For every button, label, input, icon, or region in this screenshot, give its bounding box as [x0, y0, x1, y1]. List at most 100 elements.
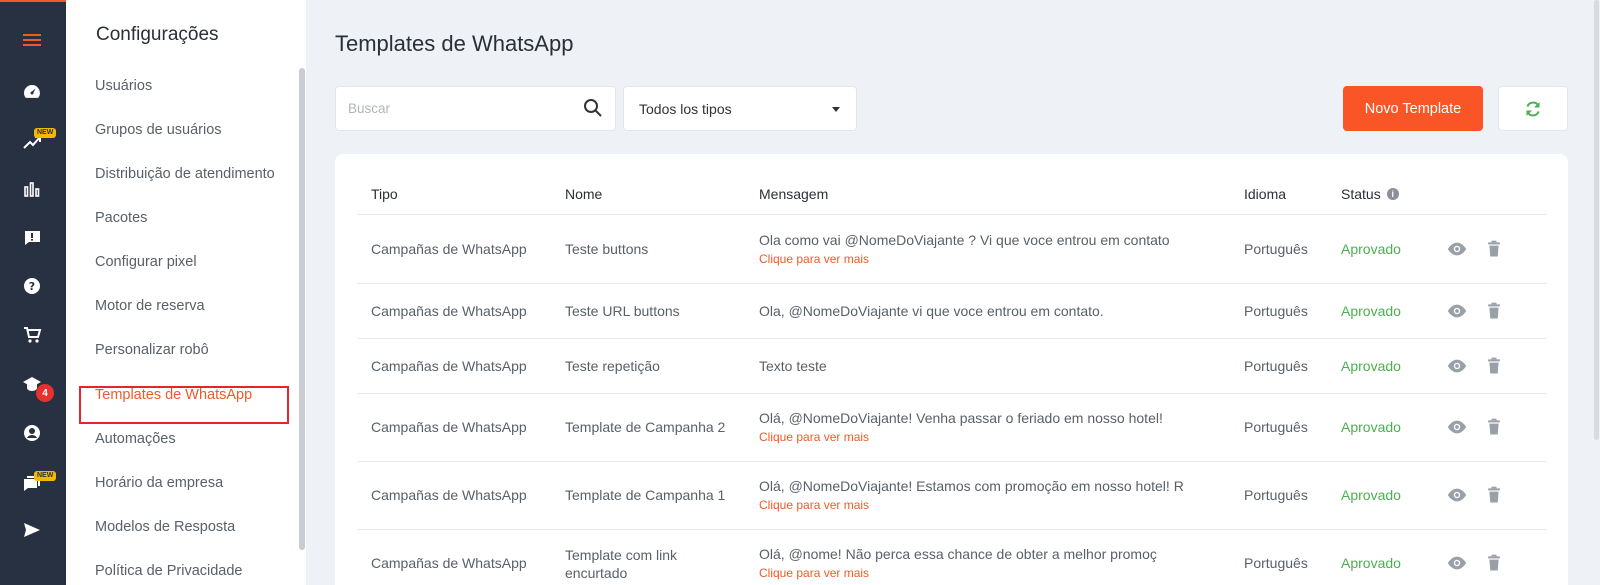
status-badge: Aprovado: [1341, 241, 1401, 257]
cell-idioma: Português: [1244, 241, 1308, 257]
column-header-tipo[interactable]: Tipo: [371, 186, 398, 202]
cell-mensagem: Olá, @nome! Não perca essa chance de obt…: [759, 546, 1157, 580]
cell-mensagem: Texto teste: [759, 358, 827, 374]
view-eye-icon[interactable]: [1445, 483, 1469, 507]
chevron-down-icon: [832, 107, 840, 112]
cell-nome: Template de Campanha 1: [565, 487, 726, 503]
message-text: Olá, @NomeDoViajante! Estamos com promoç…: [759, 478, 1184, 494]
new-badge-messages: NEW: [34, 471, 57, 481]
header-label: Status: [1341, 186, 1381, 202]
refresh-icon: [1526, 101, 1540, 116]
status-badge: Aprovado: [1341, 487, 1401, 503]
settings-item-personalizar-robo[interactable]: Personalizar robô: [95, 342, 209, 358]
header-label: Nome: [565, 186, 603, 202]
cell-mensagem: Olá, @NomeDoViajante! Venha passar o fer…: [759, 410, 1163, 444]
search-input[interactable]: [336, 87, 556, 130]
dashboard-gauge-icon[interactable]: [20, 80, 44, 104]
view-eye-icon[interactable]: [1445, 354, 1469, 378]
table-row: Campañas de WhatsApp Template de Campanh…: [335, 394, 1568, 462]
message-text: Olá, @nome! Não perca essa chance de obt…: [759, 546, 1157, 562]
table-row: Campañas de WhatsApp Teste buttons Ola c…: [335, 215, 1568, 283]
settings-scrollbar[interactable]: [299, 68, 305, 550]
column-header-idioma[interactable]: Idioma: [1244, 186, 1286, 202]
delete-trash-icon[interactable]: [1482, 354, 1506, 378]
view-eye-icon[interactable]: [1445, 237, 1469, 261]
rail-accent-line: [0, 0, 66, 2]
cell-idioma: Português: [1244, 419, 1308, 435]
header-label: Mensagem: [759, 186, 829, 202]
settings-item-politica[interactable]: Política de Privacidade: [95, 563, 243, 579]
templates-table: Tipo Nome Mensagem Idioma Status i Campañ…: [335, 154, 1568, 585]
cell-tipo: Campañas de WhatsApp: [371, 555, 527, 571]
header-label: Idioma: [1244, 186, 1287, 202]
settings-item-horario[interactable]: Horário da empresa: [95, 475, 223, 491]
settings-item-configurar-pixel[interactable]: Configurar pixel: [95, 254, 197, 270]
cell-idioma: Português: [1244, 303, 1308, 319]
name-line: encurtado: [565, 565, 628, 581]
status-badge: Aprovado: [1341, 555, 1401, 571]
info-icon[interactable]: i: [1386, 188, 1399, 200]
type-filter-value: Todos los tipos: [639, 101, 732, 117]
view-eye-icon[interactable]: [1445, 299, 1469, 323]
see-more-link[interactable]: Clique para ver mais: [759, 498, 1184, 512]
view-eye-icon[interactable]: [1445, 415, 1469, 439]
search-box: [335, 86, 616, 131]
cell-nome: Template com link encurtado: [565, 546, 677, 582]
cell-nome: Teste buttons: [565, 241, 649, 257]
see-more-link[interactable]: Clique para ver mais: [759, 252, 1170, 266]
settings-item-grupos-de-usuarios[interactable]: Grupos de usuários: [95, 122, 222, 138]
delete-trash-icon[interactable]: [1482, 299, 1506, 323]
shopping-cart-icon[interactable]: [20, 323, 44, 347]
svg-text:?: ?: [29, 280, 35, 293]
delete-trash-icon[interactable]: [1482, 551, 1506, 575]
cell-idioma: Português: [1244, 555, 1308, 571]
help-icon[interactable]: ?: [20, 274, 44, 298]
status-badge: Aprovado: [1341, 358, 1401, 374]
cell-nome: Teste URL buttons: [565, 303, 680, 319]
column-header-mensagem[interactable]: Mensagem: [759, 186, 828, 202]
user-account-icon[interactable]: [20, 421, 44, 445]
table-row: Campañas de WhatsApp Template de Campanh…: [335, 462, 1568, 530]
cell-tipo: Campañas de WhatsApp: [371, 419, 527, 435]
table-row: Campañas de WhatsApp Teste URL buttons O…: [335, 284, 1568, 339]
settings-item-distribuicao[interactable]: Distribuição de atendimento: [95, 166, 275, 182]
search-icon[interactable]: [583, 98, 603, 118]
cell-idioma: Português: [1244, 487, 1308, 503]
see-more-link[interactable]: Clique para ver mais: [759, 566, 1157, 580]
settings-item-modelos-de-resposta[interactable]: Modelos de Resposta: [95, 519, 235, 535]
new-template-button[interactable]: Novo Template: [1343, 86, 1483, 131]
cell-nome: Template de Campanha 2: [565, 419, 726, 435]
name-line: Template com link: [565, 547, 678, 563]
bar-chart-icon[interactable]: [20, 177, 44, 201]
column-header-status[interactable]: Status i: [1341, 186, 1399, 202]
main-content: Templates de WhatsApp Todos los tipos No…: [306, 0, 1600, 585]
send-icon[interactable]: [20, 518, 44, 542]
settings-item-usuarios[interactable]: Usuários: [95, 78, 152, 94]
page-title: Templates de WhatsApp: [335, 31, 574, 56]
chat-alert-icon[interactable]: [20, 226, 44, 250]
settings-item-templates-whatsapp[interactable]: Templates de WhatsApp: [95, 387, 252, 403]
cell-mensagem: Olá, @NomeDoViajante! Estamos com promoç…: [759, 478, 1184, 512]
delete-trash-icon[interactable]: [1482, 237, 1506, 261]
settings-sidebar: Configurações Usuários Grupos de usuário…: [66, 0, 306, 585]
page-scrollbar[interactable]: [1594, 0, 1599, 440]
type-filter-select[interactable]: Todos los tipos: [623, 86, 857, 131]
refresh-button[interactable]: [1498, 86, 1568, 131]
notification-count-badge: 4: [36, 384, 54, 402]
message-text: Ola como vai @NomeDoViajante ? Vi que vo…: [759, 232, 1170, 248]
see-more-link[interactable]: Clique para ver mais: [759, 430, 1163, 444]
view-eye-icon[interactable]: [1445, 551, 1469, 575]
cell-tipo: Campañas de WhatsApp: [371, 241, 527, 257]
table-row: Campañas de WhatsApp Template com link e…: [335, 530, 1568, 585]
delete-trash-icon[interactable]: [1482, 483, 1506, 507]
delete-trash-icon[interactable]: [1482, 415, 1506, 439]
column-header-nome[interactable]: Nome: [565, 186, 602, 202]
settings-title: Configurações: [96, 24, 219, 45]
cell-mensagem: Ola, @NomeDoViajante vi que voce entrou …: [759, 303, 1104, 319]
settings-item-pacotes[interactable]: Pacotes: [95, 210, 147, 226]
header-label: Tipo: [371, 186, 398, 202]
cell-nome: Teste repetição: [565, 358, 660, 374]
hamburger-menu-icon[interactable]: [20, 28, 44, 52]
settings-item-automacoes[interactable]: Automações: [95, 431, 176, 447]
settings-item-motor-de-reserva[interactable]: Motor de reserva: [95, 298, 205, 314]
